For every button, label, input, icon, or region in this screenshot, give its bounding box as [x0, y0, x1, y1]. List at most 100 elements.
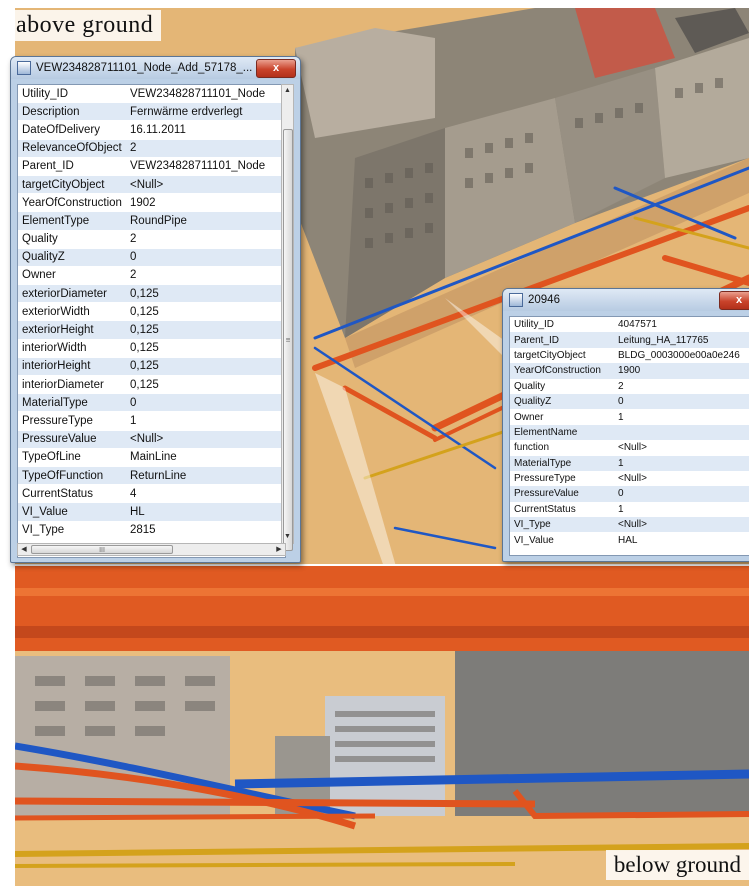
property-name: interiorWidth	[18, 339, 126, 358]
property-row[interactable]: Owner 2	[18, 266, 285, 286]
property-name: PressureValue	[510, 486, 614, 502]
property-row[interactable]: exteriorDiameter 0,125	[18, 284, 285, 304]
property-row[interactable]: Owner 1	[510, 409, 749, 425]
property-value: 0,125	[126, 284, 285, 304]
close-button[interactable]: x	[256, 58, 296, 78]
property-value: 2815	[126, 521, 285, 540]
property-name: Quality	[18, 230, 126, 249]
property-row[interactable]: interiorDiameter 0,125	[18, 375, 285, 395]
property-row[interactable]: function <Null>	[510, 440, 749, 456]
scroll-grip-icon: ≡	[285, 335, 291, 345]
property-name: Quality	[510, 378, 614, 394]
window-app-icon	[509, 293, 523, 307]
property-row[interactable]: TypeOfLine MainLine	[18, 448, 285, 467]
property-name: TypeOfFunction	[18, 466, 126, 486]
property-value: Leitung_HA_117765	[614, 332, 749, 348]
property-value: 0,125	[126, 375, 285, 395]
property-row[interactable]: PressureValue <Null>	[18, 430, 285, 449]
property-value: <Null>	[126, 175, 285, 195]
property-row[interactable]: MaterialType 1	[510, 455, 749, 471]
property-name: Owner	[18, 266, 126, 286]
property-value: <Null>	[614, 470, 749, 487]
property-name: exteriorDiameter	[18, 284, 126, 304]
property-row[interactable]: VI_Type 2815	[18, 521, 285, 540]
feature-properties-window[interactable]: 20946 x Utility_ID 4047571 Parent_ID Leitun…	[502, 288, 749, 562]
property-row[interactable]: PressureType 1	[18, 411, 285, 431]
property-row[interactable]: QualityZ 0	[510, 393, 749, 410]
property-value: 0,125	[126, 357, 285, 377]
window-title: VEW234828711101_Node_Add_57178_...	[36, 62, 253, 74]
scroll-left-arrow-icon[interactable]: ◀	[18, 544, 30, 555]
property-row[interactable]: YearOfConstruction 1902	[18, 193, 285, 213]
property-value: <Null>	[126, 430, 285, 449]
property-row[interactable]: MaterialType 0	[18, 393, 285, 413]
property-value: VEW234828711101_Node	[126, 157, 285, 176]
property-value: 0,125	[126, 302, 285, 322]
scroll-up-arrow-icon[interactable]: ▲	[282, 85, 293, 97]
property-name: targetCityObject	[510, 347, 614, 364]
property-row[interactable]: PressureValue 0	[510, 486, 749, 502]
horizontal-scroll-thumb[interactable]: III	[31, 545, 173, 554]
property-row[interactable]: Parent_ID VEW234828711101_Node	[18, 157, 285, 176]
property-row[interactable]: exteriorHeight 0,125	[18, 320, 285, 340]
property-name: Owner	[510, 409, 614, 425]
window-titlebar[interactable]: VEW234828711101_Node_Add_57178_... x	[11, 57, 300, 79]
property-row[interactable]: RelevanceOfObject 2	[18, 139, 285, 158]
below-ground-scene	[15, 566, 749, 886]
property-name: Utility_ID	[510, 317, 614, 333]
vertical-scrollbar[interactable]: ▲ ≡ ▼	[281, 84, 294, 551]
property-value: BLDG_0003000e00a0e246	[614, 347, 749, 364]
property-row[interactable]: targetCityObject <Null>	[18, 175, 285, 195]
node-properties-window[interactable]: VEW234828711101_Node_Add_57178_... x Uti…	[10, 56, 301, 563]
property-row[interactable]: interiorHeight 0,125	[18, 357, 285, 377]
property-row[interactable]: QualityZ 0	[18, 248, 285, 267]
property-row[interactable]: PressureType <Null>	[510, 470, 749, 487]
property-value: 0,125	[126, 320, 285, 340]
scroll-right-arrow-icon[interactable]: ▶	[273, 544, 285, 555]
property-row[interactable]: VI_Value HL	[18, 502, 285, 522]
window-titlebar[interactable]: 20946 x	[503, 289, 749, 311]
property-row[interactable]: VI_Type <Null>	[510, 517, 749, 533]
property-row[interactable]: DateOfDelivery 16.11.2011	[18, 120, 285, 140]
property-row[interactable]: targetCityObject BLDG_0003000e00a0e246	[510, 347, 749, 364]
property-row[interactable]: YearOfConstruction 1900	[510, 363, 749, 379]
property-row[interactable]: Utility_ID VEW234828711101_Node	[18, 85, 285, 104]
property-row[interactable]: interiorWidth 0,125	[18, 339, 285, 358]
property-name: MaterialType	[510, 455, 614, 471]
property-value: <Null>	[614, 517, 749, 533]
property-row[interactable]: Description Fernwärme erdverlegt	[18, 102, 285, 122]
property-value: 1	[614, 455, 749, 471]
property-value: HL	[126, 502, 285, 522]
close-button[interactable]: x	[719, 290, 749, 310]
property-row[interactable]: Quality 2	[18, 230, 285, 249]
property-name: YearOfConstruction	[18, 193, 126, 213]
property-value: <Null>	[614, 440, 749, 456]
property-name: RelevanceOfObject	[18, 139, 126, 158]
property-name: interiorHeight	[18, 357, 126, 377]
property-row[interactable]: Utility_ID 4047571	[510, 317, 749, 333]
property-row[interactable]: VI_Value HAL	[510, 532, 749, 548]
vertical-scroll-thumb[interactable]: ≡	[283, 129, 293, 551]
property-name: PressureValue	[18, 430, 126, 449]
property-value: 4	[126, 484, 285, 504]
property-row[interactable]: exteriorWidth 0,125	[18, 302, 285, 322]
property-row[interactable]: ElementName	[510, 424, 749, 441]
property-row[interactable]: Parent_ID Leitung_HA_117765	[510, 332, 749, 348]
property-row[interactable]: CurrentStatus 1	[510, 501, 749, 518]
property-name: QualityZ	[510, 393, 614, 410]
property-value: 1	[126, 411, 285, 431]
property-value: 2	[126, 139, 285, 158]
property-name: interiorDiameter	[18, 375, 126, 395]
property-name: ElementType	[18, 211, 126, 231]
below-ground-3d-view[interactable]	[15, 566, 749, 886]
property-row[interactable]: Quality 2	[510, 378, 749, 394]
property-value: 1900	[614, 363, 749, 379]
property-value: RoundPipe	[126, 211, 285, 231]
property-value: 1	[614, 501, 749, 518]
horizontal-scrollbar[interactable]: ◀ III ▶	[17, 543, 286, 556]
scroll-down-arrow-icon[interactable]: ▼	[282, 531, 293, 543]
property-row[interactable]: CurrentStatus 4	[18, 484, 285, 504]
property-name: exteriorHeight	[18, 320, 126, 340]
property-row[interactable]: ElementType RoundPipe	[18, 211, 285, 231]
property-row[interactable]: TypeOfFunction ReturnLine	[18, 466, 285, 486]
